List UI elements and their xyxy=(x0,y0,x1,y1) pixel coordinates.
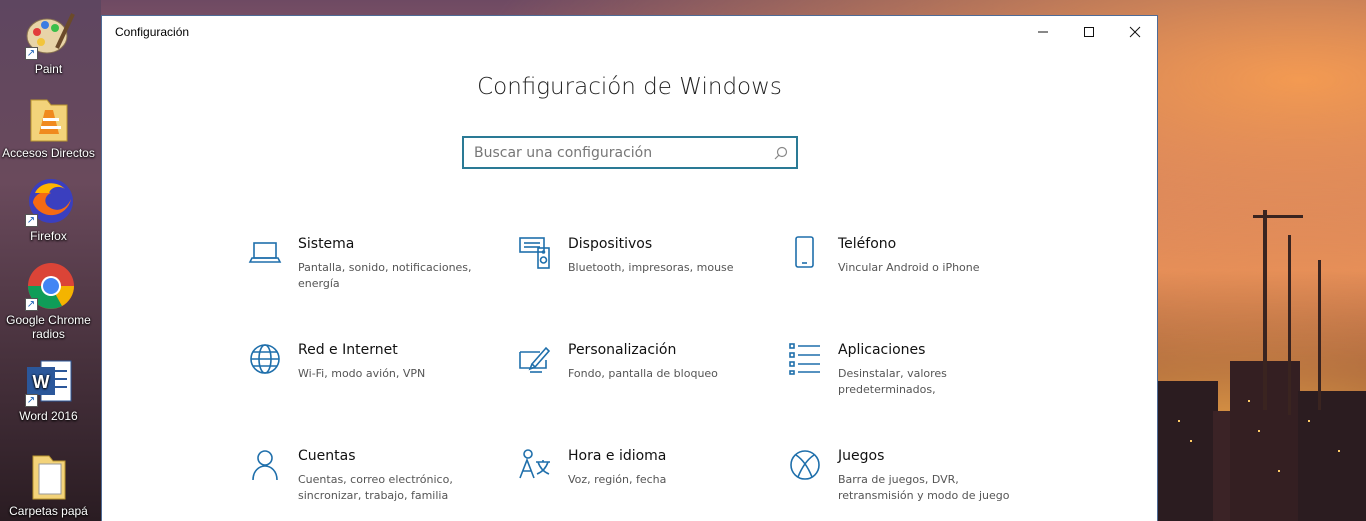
tile-title: Cuentas xyxy=(298,448,356,464)
search-icon[interactable] xyxy=(766,146,796,160)
title-bar[interactable]: Configuración xyxy=(102,16,1157,48)
desktop-icon-paint[interactable]: ↗ Paint xyxy=(0,8,97,76)
tile-hora-idioma[interactable]: Hora e idioma Voz, región, fecha xyxy=(518,448,768,521)
tile-title: Dispositivos xyxy=(568,236,653,252)
desktop-icon-word[interactable]: W ↗ Word 2016 xyxy=(0,355,97,423)
tile-title: Personalización xyxy=(568,342,677,358)
tile-telefono[interactable]: Teléfono Vincular Android o iPhone xyxy=(788,236,1038,316)
tile-sistema[interactable]: Sistema Pantalla, sonido, notificaciones… xyxy=(248,236,498,316)
tile-title: Sistema xyxy=(298,236,355,252)
person-icon xyxy=(248,448,282,482)
desktop-skyline xyxy=(1158,0,1366,521)
desktop-icon-firefox[interactable]: ↗ Firefox xyxy=(0,175,97,243)
phone-icon xyxy=(788,236,822,270)
laptop-icon xyxy=(248,236,282,270)
svg-text:W: W xyxy=(32,372,49,392)
desktop-icon-label: Google Chrome radios xyxy=(6,313,91,341)
tile-description: Desinstalar, valores predeterminados, xyxy=(838,367,947,396)
time-language-icon xyxy=(518,448,552,482)
tile-aplicaciones[interactable]: Aplicaciones Desinstalar, valores predet… xyxy=(788,342,1038,422)
close-button[interactable] xyxy=(1112,16,1158,48)
globe-icon xyxy=(248,342,282,376)
tile-description: Cuentas, correo electrónico, sincronizar… xyxy=(298,473,453,502)
desktop-icon-label: Firefox xyxy=(30,229,67,243)
tile-red-internet[interactable]: Red e Internet Wi-Fi, modo avión, VPN xyxy=(248,342,498,422)
xbox-icon xyxy=(788,448,822,482)
tile-title: Juegos xyxy=(838,448,885,464)
personalization-icon xyxy=(518,342,552,376)
maximize-button[interactable] xyxy=(1066,16,1112,48)
tile-description: Vincular Android o iPhone xyxy=(838,261,980,274)
tile-title: Red e Internet xyxy=(298,342,398,358)
search-box[interactable] xyxy=(462,136,798,169)
tile-description: Fondo, pantalla de bloqueo xyxy=(568,367,718,380)
tile-dispositivos[interactable]: Dispositivos Bluetooth, impresoras, mous… xyxy=(518,236,768,316)
tile-description: Barra de juegos, DVR, retransmisión y mo… xyxy=(838,473,1010,502)
minimize-icon xyxy=(1038,31,1048,33)
desktop-icon-label: Word 2016 xyxy=(19,409,78,423)
desktop-icon-chrome[interactable]: ↗ Google Chrome radios xyxy=(0,259,97,341)
tile-description: Wi-Fi, modo avión, VPN xyxy=(298,367,426,380)
tile-personalizacion[interactable]: Personalización Fondo, pantalla de bloqu… xyxy=(518,342,768,422)
folder-vlc-icon xyxy=(30,99,67,142)
close-icon xyxy=(1129,26,1141,38)
desktop-icon-label: Carpetas papá xyxy=(9,504,88,518)
page-title: Configuración de Windows xyxy=(477,74,782,100)
desktop-icon-carpetas[interactable]: Carpetas papá xyxy=(0,450,97,518)
tile-cuentas[interactable]: Cuentas Cuentas, correo electrónico, sin… xyxy=(248,448,498,521)
folder-icon xyxy=(32,455,65,500)
maximize-icon xyxy=(1084,27,1094,37)
window-title: Configuración xyxy=(115,25,190,39)
devices-icon xyxy=(518,236,552,270)
tile-description: Pantalla, sonido, notificaciones, energí… xyxy=(298,261,472,290)
tile-title: Teléfono xyxy=(838,236,897,252)
settings-window: Configuración Configuración de Windows S… xyxy=(101,15,1158,521)
desktop-icon-label: Paint xyxy=(34,62,63,76)
tile-title: Hora e idioma xyxy=(568,448,667,464)
tile-description: Voz, región, fecha xyxy=(568,473,667,486)
tile-juegos[interactable]: Juegos Barra de juegos, DVR, retransmisi… xyxy=(788,448,1038,521)
apps-list-icon xyxy=(788,342,822,376)
tile-title: Aplicaciones xyxy=(838,342,926,358)
tile-description: Bluetooth, impresoras, mouse xyxy=(568,261,734,274)
search-input[interactable] xyxy=(464,138,766,167)
desktop-icon-label: Accesos Directos xyxy=(2,146,95,160)
minimize-button[interactable] xyxy=(1020,16,1066,48)
desktop-icon-accesos[interactable]: Accesos Directos xyxy=(0,92,97,160)
